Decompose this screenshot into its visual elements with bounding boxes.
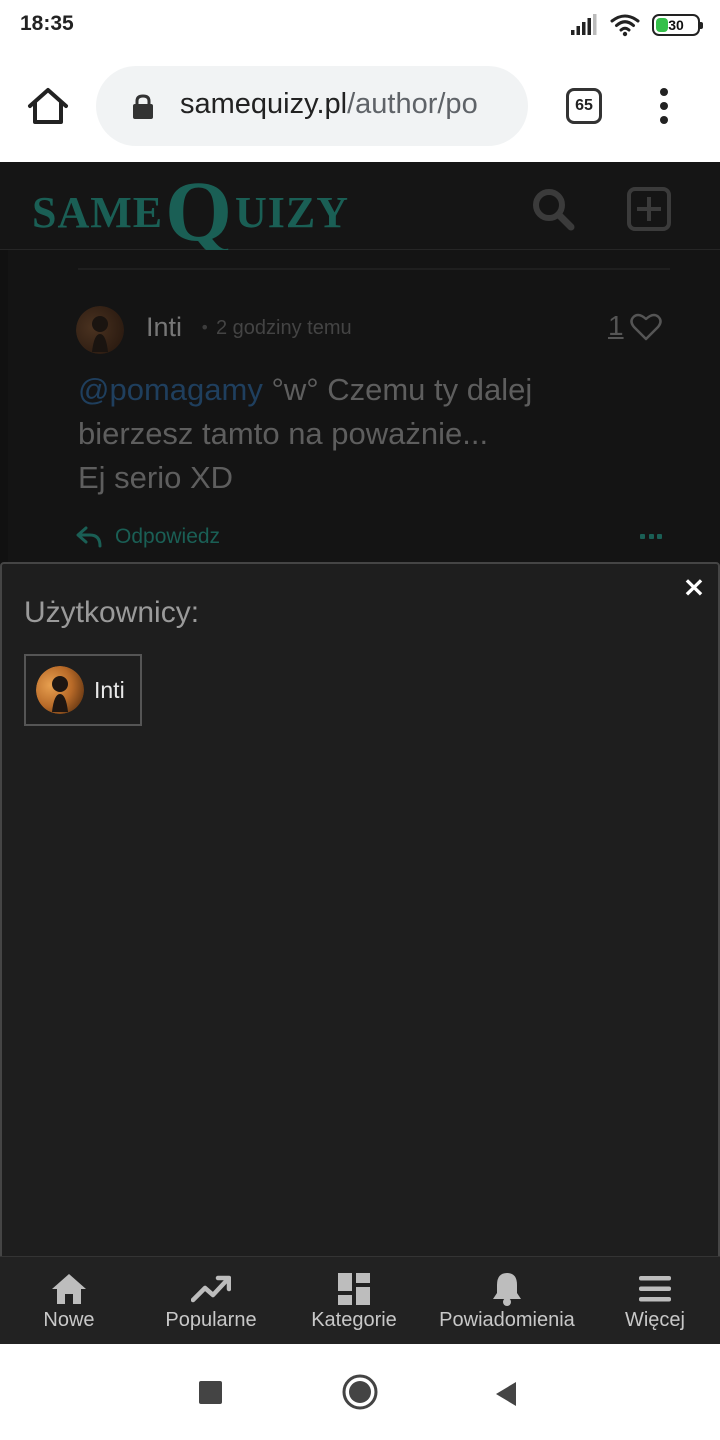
like-count[interactable]: 1 [608, 310, 624, 342]
comment-body: @pomagamy °w° Czemu ty dalej bierzesz ta… [78, 368, 638, 500]
add-icon[interactable] [626, 186, 672, 232]
close-icon[interactable]: × [682, 573, 706, 601]
nav-item-nowe[interactable]: Nowe [0, 1257, 138, 1344]
lock-icon [133, 94, 153, 119]
more-icon[interactable] [640, 534, 662, 542]
hamburger-icon [635, 1271, 675, 1307]
mention-link[interactable]: @pomagamy [78, 372, 263, 407]
nav-label: Więcej [624, 1309, 685, 1331]
status-time: 18:35 [20, 12, 74, 35]
site-header: SAME Q UIZY [0, 162, 720, 254]
comment-time: 2 godziny temu [216, 317, 352, 339]
nav-label: Kategorie [311, 1309, 397, 1331]
web-page: SAME Q UIZY Inti • 2 godziny temu 1 @pom… [0, 162, 720, 1344]
site-logo[interactable]: SAME Q UIZY [32, 168, 349, 254]
battery-fill [656, 18, 668, 32]
wifi-icon [610, 14, 640, 37]
signal-icon [571, 14, 597, 35]
user-chip[interactable]: Inti [24, 654, 142, 726]
users-modal: × Użytkownicy: Inti [0, 562, 720, 1262]
comment-author[interactable]: Inti [146, 312, 182, 343]
battery-level: 30 [668, 17, 684, 33]
overflow-menu-icon[interactable] [652, 86, 676, 126]
nav-label: Nowe [43, 1309, 95, 1331]
tabs-icon[interactable]: 65 [566, 88, 602, 124]
user-chip-name: Inti [94, 676, 125, 703]
recents-icon[interactable] [199, 1381, 223, 1405]
status-bar: 18:35 30 [0, 0, 720, 52]
status-icons: 30 [570, 12, 703, 38]
url-text: samequizy.pl/author/po [180, 88, 510, 121]
nav-item-wiecej[interactable]: Więcej [590, 1257, 720, 1344]
avatar [36, 666, 84, 714]
url-path: /author/po [347, 88, 478, 120]
bottom-nav: Nowe Popularne Kategorie Powiadomienia W… [0, 1256, 720, 1344]
categories-icon [334, 1271, 374, 1307]
android-nav-bar [0, 1344, 720, 1440]
home-icon[interactable] [26, 86, 70, 126]
trending-icon [191, 1271, 231, 1307]
comment-text-line: °w° Czemu ty dalej [262, 372, 533, 407]
heart-icon[interactable] [630, 313, 662, 341]
tab-count: 65 [575, 97, 593, 114]
modal-title: Użytkownicy: [24, 596, 200, 629]
avatar[interactable] [76, 306, 124, 354]
nav-item-kategorie[interactable]: Kategorie [284, 1257, 424, 1344]
battery-cap [700, 22, 703, 29]
reply-button[interactable]: Odpowiedz [115, 525, 220, 549]
comment: Inti • 2 godziny temu 1 @pomagamy °w° Cz… [8, 250, 720, 570]
address-bar[interactable]: samequizy.pl/author/po [96, 66, 528, 146]
nav-item-powiadomienia[interactable]: Powiadomienia [424, 1257, 590, 1344]
comment-text-line: bierzesz tamto na poważnie... [78, 416, 489, 451]
url-domain: samequizy.pl [180, 88, 348, 120]
search-icon[interactable] [530, 186, 576, 232]
nav-item-popularne[interactable]: Popularne [138, 1257, 284, 1344]
home-icon [49, 1271, 89, 1307]
battery-icon: 30 [652, 14, 703, 36]
nav-label: Popularne [165, 1309, 257, 1331]
divider [78, 268, 670, 270]
back-icon[interactable] [494, 1381, 518, 1407]
home-circle-icon[interactable] [341, 1373, 379, 1411]
comment-text-line: Ej serio XD [78, 460, 234, 495]
bell-icon [487, 1271, 527, 1307]
nav-label: Powiadomienia [439, 1309, 575, 1331]
separator-dot: • [200, 318, 210, 337]
reply-icon[interactable] [76, 526, 102, 548]
browser-toolbar: samequizy.pl/author/po 65 [0, 52, 720, 162]
